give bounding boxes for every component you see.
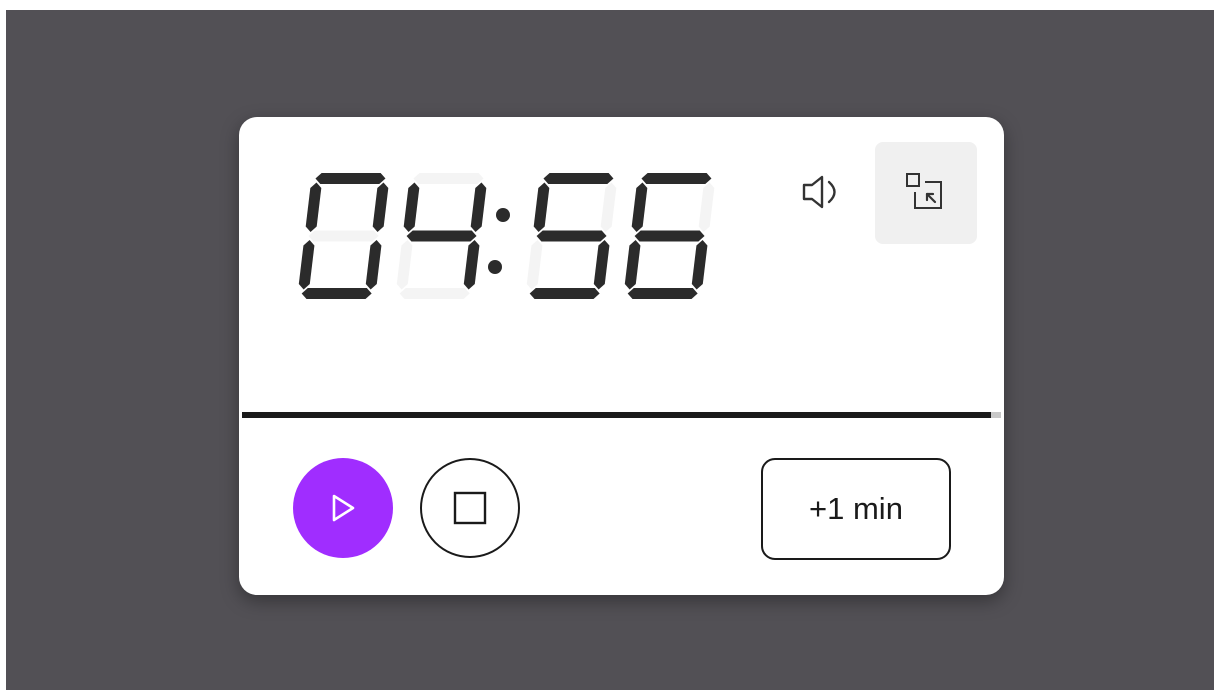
segment-d [301,288,372,299]
progress-fill [242,412,992,418]
colon-dot-2 [488,260,502,274]
segment-f [305,182,322,232]
segment-c [691,240,708,290]
minimize-window-icon [906,173,942,209]
add-minute-button[interactable]: +1 min [761,458,951,560]
speaker-icon [802,175,836,209]
play-button[interactable] [293,458,393,558]
mini-mode-button[interactable] [875,142,977,244]
timer-display [291,165,731,315]
segment-f [631,182,648,232]
segment-b [372,182,389,232]
timer-digit-3 [526,173,617,299]
segment-d [627,288,698,299]
seven-segment-time [298,173,715,299]
progress-bar [242,412,1001,418]
segment-d [529,288,600,299]
timer-digit-2 [396,173,487,299]
segment-g [406,230,477,242]
segment-f [403,182,420,232]
timer-card: +1 min [239,117,1004,595]
segment-e [298,240,315,290]
timer-digit-1 [298,173,389,299]
colon-dot-1 [496,208,510,222]
segment-e [624,240,641,290]
segment-b [470,182,487,232]
segment-a [641,173,712,184]
stop-icon [453,491,487,525]
segment-a [315,173,386,184]
segment-a [413,173,484,184]
segment-e [526,240,543,290]
segment-e [396,240,413,290]
segment-g [308,230,379,242]
segment-f [533,182,550,232]
segment-c [365,240,382,290]
segment-g [634,230,705,242]
segment-a [543,173,614,184]
segment-d [399,288,470,299]
segment-g [536,230,607,242]
segment-c [593,240,610,290]
timer-digit-4 [624,173,715,299]
sound-toggle-button[interactable] [789,157,859,227]
app-backdrop: +1 min [6,10,1214,690]
segment-c [463,240,480,290]
segment-b [600,182,617,232]
stop-button[interactable] [420,458,520,558]
segment-b [698,182,715,232]
play-icon [332,494,355,522]
